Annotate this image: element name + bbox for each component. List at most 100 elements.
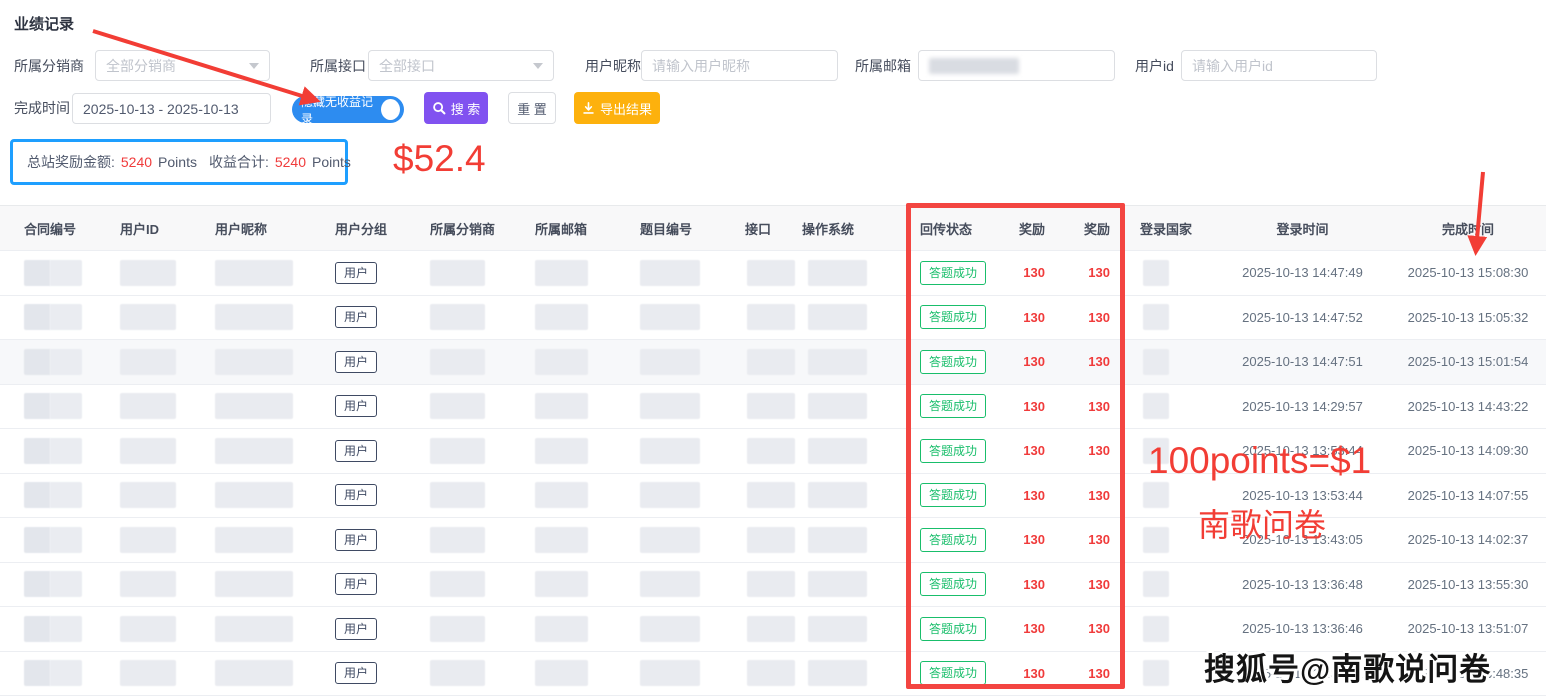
finish-time: 2025-10-13 14:43:22	[1390, 399, 1546, 414]
redacted-user-id	[120, 304, 176, 330]
redacted-question-no	[640, 571, 700, 597]
reward-value-2: 130	[1060, 354, 1125, 369]
login-time: 2025-10-13 13:53:44	[1215, 443, 1390, 458]
date-range-input[interactable]: 2025-10-13 - 2025-10-13	[72, 93, 271, 124]
redacted-user-id	[120, 660, 176, 686]
interface-select[interactable]: 全部接口	[368, 50, 554, 81]
login-time: 2025-10-13 14:47:52	[1215, 310, 1390, 325]
finish-time: 2025-10-13 14:02:37	[1390, 532, 1546, 547]
login-time: 2025-10-13 14:47:51	[1215, 354, 1390, 369]
redacted-email	[535, 571, 588, 597]
date-range-value: 2025-10-13 - 2025-10-13	[83, 101, 239, 117]
redacted-question-no	[640, 438, 700, 464]
hide-no-income-toggle[interactable]: 隐藏无收益记录	[292, 96, 404, 123]
finish-time: 2025-10-13 13:55:30	[1390, 577, 1546, 592]
table-row[interactable]: 用户答题成功1301302025-10-13 13:36:462025-10-1…	[0, 607, 1546, 652]
status-badge: 答题成功	[920, 528, 986, 552]
redacted-contract-no	[24, 438, 50, 464]
reward-value-2: 130	[1060, 443, 1125, 458]
table-row[interactable]: 用户答题成功1301302025-10-13 14:47:512025-10-1…	[0, 340, 1546, 385]
redacted-distributor	[430, 527, 485, 553]
table-row[interactable]: 用户答题成功1301302025-10-13 13:43:052025-10-1…	[0, 518, 1546, 563]
redacted-interface	[747, 527, 795, 553]
reward-value-2: 130	[1060, 532, 1125, 547]
redacted-contract-no	[50, 571, 82, 597]
redacted-user-id	[120, 527, 176, 553]
login-time: 2025-10-13 13:53:44	[1215, 488, 1390, 503]
user-id-placeholder: 请输入用户id	[1192, 56, 1273, 76]
redacted-nickname	[215, 527, 293, 553]
email-input[interactable]	[918, 50, 1115, 81]
redacted-login-country	[1143, 527, 1169, 553]
reward-value: 130	[1000, 666, 1060, 681]
column-header: 用户昵称	[200, 219, 320, 238]
reward-value: 130	[1000, 443, 1060, 458]
redacted-os	[808, 571, 867, 597]
redacted-login-country	[1143, 438, 1169, 464]
redacted-user-id	[120, 438, 176, 464]
reward-value: 130	[1000, 310, 1060, 325]
redacted-distributor	[430, 482, 485, 508]
chevron-down-icon	[249, 63, 259, 69]
redacted-nickname	[215, 616, 293, 642]
redacted-contract-no	[24, 304, 50, 330]
status-badge: 答题成功	[920, 439, 986, 463]
table-row[interactable]: 用户答题成功1301302025-10-13 14:47:522025-10-1…	[0, 296, 1546, 341]
summary-income-unit: Points	[312, 154, 351, 170]
reward-value: 130	[1000, 621, 1060, 636]
redacted-nickname	[215, 438, 293, 464]
redacted-distributor	[430, 349, 485, 375]
redacted-interface	[747, 349, 795, 375]
redacted-interface	[747, 571, 795, 597]
search-label: 搜 索	[451, 99, 481, 118]
export-button[interactable]: 导出结果	[574, 92, 660, 124]
finish-time: 2025-10-13 13:48:35	[1390, 666, 1546, 681]
reset-label: 重 置	[517, 99, 547, 118]
redacted-login-country	[1143, 660, 1169, 686]
redacted-os	[808, 616, 867, 642]
reward-value: 130	[1000, 577, 1060, 592]
redacted-user-id	[120, 260, 176, 286]
login-time: 2025-10-13 14:47:49	[1215, 265, 1390, 280]
redacted-os	[808, 304, 867, 330]
nickname-input[interactable]: 请输入用户昵称	[641, 50, 838, 81]
redacted-interface	[747, 304, 795, 330]
toggle-label: 隐藏无收益记录	[301, 93, 377, 127]
annotation-usd-total: $52.4	[393, 138, 486, 180]
login-time: 2025-10-13 13:43:05	[1215, 532, 1390, 547]
redacted-contract-no	[24, 616, 50, 642]
table-header-row: 合同编号用户ID用户昵称用户分组所属分销商所属邮箱题目编号接口操作系统回传状态奖…	[0, 205, 1546, 251]
redacted-email	[535, 527, 588, 553]
user-group-tag: 用户	[335, 618, 377, 640]
column-header: 登录时间	[1215, 219, 1390, 238]
login-time: 2025-10-13 13:36:48	[1215, 577, 1390, 592]
table-row[interactable]: 用户答题成功1301302025-10-13 13:36:482025-10-1…	[0, 563, 1546, 608]
finish-time: 2025-10-13 13:51:07	[1390, 621, 1546, 636]
reward-value: 130	[1000, 488, 1060, 503]
user-group-tag: 用户	[335, 440, 377, 462]
redacted-contract-no	[24, 660, 50, 686]
redacted-email	[535, 438, 588, 464]
interface-value: 全部接口	[379, 56, 435, 76]
table-row[interactable]: 用户答题成功1301302025-10-13 14:29:572025-10-1…	[0, 385, 1546, 430]
redacted-email	[535, 616, 588, 642]
redacted-os	[808, 527, 867, 553]
reset-button[interactable]: 重 置	[508, 92, 556, 124]
user-group-tag: 用户	[335, 351, 377, 373]
redacted-contract-no	[24, 349, 50, 375]
summary-box: 总站奖励金额: 5240 Points 收益合计: 5240 Points	[10, 139, 348, 185]
table-row[interactable]: 用户答题成功1301302025-10-13 13:32:022025-10-1…	[0, 652, 1546, 696]
user-id-input[interactable]: 请输入用户id	[1181, 50, 1377, 81]
redacted-contract-no	[24, 527, 50, 553]
redacted-distributor	[430, 571, 485, 597]
redacted-interface	[747, 660, 795, 686]
reward-value-2: 130	[1060, 265, 1125, 280]
search-button[interactable]: 搜 索	[424, 92, 488, 124]
distributor-select[interactable]: 全部分销商	[95, 50, 270, 81]
table-row[interactable]: 用户答题成功1301302025-10-13 13:53:442025-10-1…	[0, 429, 1546, 474]
table-row[interactable]: 用户答题成功1301302025-10-13 14:47:492025-10-1…	[0, 251, 1546, 296]
download-icon	[582, 102, 595, 115]
table-row[interactable]: 用户答题成功1301302025-10-13 13:53:442025-10-1…	[0, 474, 1546, 519]
reward-value-2: 130	[1060, 666, 1125, 681]
redacted-login-country	[1143, 616, 1169, 642]
